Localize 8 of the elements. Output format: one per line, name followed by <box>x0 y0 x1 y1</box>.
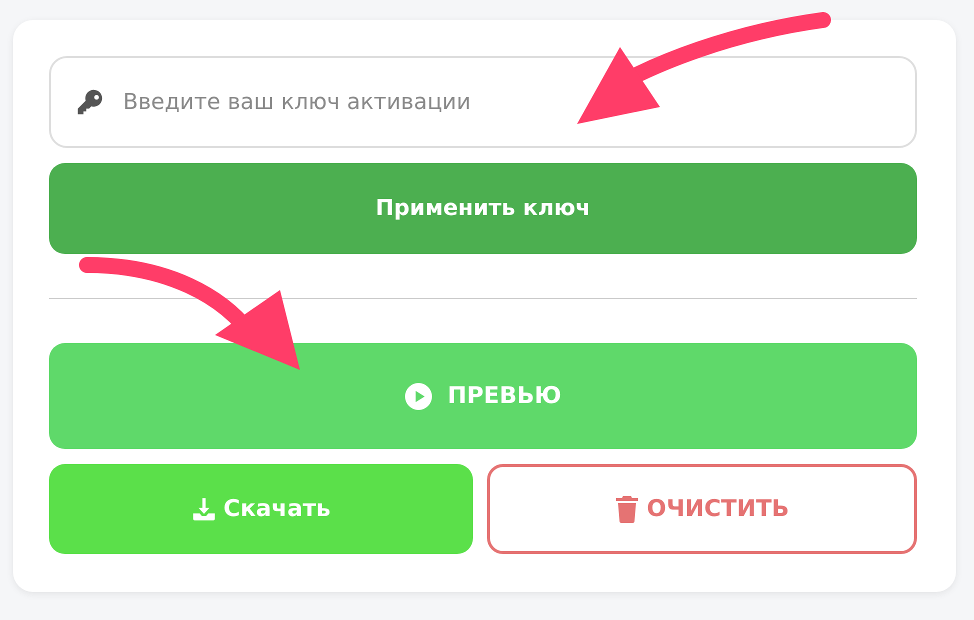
preview-button[interactable]: ПРЕВЬЮ <box>49 343 917 449</box>
trash-icon <box>614 495 639 523</box>
play-icon <box>404 382 432 410</box>
download-icon <box>191 496 218 522</box>
clear-button[interactable]: ОЧИСТИТЬ <box>487 464 917 554</box>
key-input-field[interactable]: Введите ваш ключ активации <box>49 56 917 148</box>
download-button[interactable]: Скачать <box>49 464 473 554</box>
apply-key-button[interactable]: Применить ключ <box>49 163 917 254</box>
